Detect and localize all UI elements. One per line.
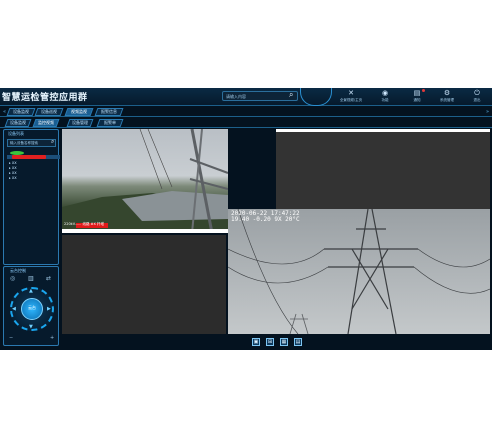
tab-secondary-3[interactable]: 设备管理 (66, 119, 94, 127)
header-button-function[interactable]: ◉ 功能 (368, 89, 402, 105)
video-pane-3[interactable] (62, 235, 226, 334)
tab-primary-3-label: 视频监视 (71, 109, 87, 114)
ptz-panel-title: 云台控制 (10, 268, 26, 273)
tree-item[interactable]: ▸ XX (9, 161, 17, 165)
globe-icon: ◉ (381, 89, 389, 97)
tab-primary-4[interactable]: 报警信息 (94, 108, 124, 116)
header-button-function-label: 功能 (381, 98, 389, 102)
header-button-logout-label: 退出 (473, 98, 481, 102)
app-title: 智慧运检管控应用群 (2, 93, 88, 103)
zoom-in-icon[interactable]: + (50, 335, 54, 341)
layout-single-icon[interactable]: ▣ (252, 338, 260, 346)
ptz-tool-focus-icon[interactable]: ◎ (10, 275, 15, 282)
power-icon: ⏻ (474, 89, 480, 97)
header-button-home[interactable]: ✕ 全景视频/主页 (334, 89, 368, 105)
ptz-control-panel: 云台控制 ◎ ▥ ⇄ 云台 ▲ ▼ ◀ ▶ − + (3, 266, 59, 346)
tree-selected-redaction (12, 155, 46, 159)
search-icon[interactable]: ⌕ (289, 90, 299, 101)
ptz-tool-grid-icon[interactable]: ▥ (28, 275, 34, 282)
header-button-notify[interactable]: ▤ 通知 (400, 89, 434, 105)
tab-secondary-3-label: 设备管理 (72, 120, 88, 125)
message-icon: ▤ (413, 89, 421, 97)
tab-secondary-4[interactable]: 报警单 (96, 119, 124, 127)
tab-row-left-arrow-icon[interactable]: « (3, 109, 6, 115)
tree-item[interactable]: ▸ XX (9, 171, 17, 175)
tab-primary-1[interactable]: 设备监视 (6, 108, 36, 116)
pane-1-osd-text: 220kV...... 线路 #X 杆塔 (64, 222, 104, 226)
video-pane-2[interactable] (276, 129, 490, 209)
pane-4-osd-coordinates: 19.40 -0.20 9X 20°C (231, 216, 300, 223)
search-input[interactable]: 请输入内容 (222, 91, 298, 101)
settings-icon: ⚙ (443, 89, 451, 97)
tab-secondary-4-label: 报警单 (104, 120, 116, 125)
close-x-icon: ✕ (348, 89, 354, 97)
tab-secondary-2[interactable]: 监控视频 (32, 119, 60, 127)
tab-row-right-arrow-icon[interactable]: » (486, 109, 489, 115)
layout-quad-icon[interactable]: ⊞ (266, 338, 274, 346)
ptz-down-arrow-icon[interactable]: ▼ (29, 324, 33, 330)
header-button-home-label: 全景视频/主页 (339, 98, 363, 102)
tab-primary-3[interactable]: 视频监视 (64, 108, 94, 116)
video-grid: 220kV...... 线路 #X 杆塔 2020-06-22 17:47:22… (62, 129, 490, 334)
tab-row-secondary: 设备监视 监控视频 设备管理 报警单 (0, 118, 492, 128)
pane-4-scene (228, 209, 490, 334)
tab-primary-4-label: 报警信息 (101, 109, 117, 114)
pane-1-scene (62, 129, 228, 233)
ptz-left-arrow-icon[interactable]: ◀ (12, 306, 16, 312)
ptz-tool-swap-icon[interactable]: ⇄ (46, 275, 51, 282)
video-pane-4[interactable]: 2020-06-22 17:47:22 19.40 -0.20 9X 20°C (228, 209, 490, 334)
zoom-out-icon[interactable]: − (9, 335, 13, 341)
notification-dot (422, 89, 425, 92)
device-tree-panel: 设备列表 输入设备名称搜索 ⌕ ▸ XX ▸ XX ▸ XX ▸ XX (3, 129, 60, 265)
layout-nine-icon[interactable]: ▦ (280, 338, 288, 346)
search-icon[interactable]: ⌕ (51, 138, 54, 146)
app-window: 智慧运检管控应用群 请输入内容 ⌕ ✕ 全景视频/主页 ◉ 功能 ▤ 通知 ⚙ … (0, 88, 492, 350)
pane-2-status-bar (276, 129, 490, 132)
tree-item[interactable]: ▸ XX (9, 176, 17, 180)
tab-row-primary: « 设备监视 设备巡视 视频监视 报警信息 » (0, 107, 492, 117)
ptz-right-arrow-icon[interactable]: ▶ (47, 306, 51, 312)
tab-primary-1-label: 设备监视 (13, 109, 29, 114)
layout-toolbar: ▣ ⊞ ▦ ▤ (62, 335, 490, 348)
header-button-settings-label: 系统管理 (440, 98, 454, 102)
header-button-logout[interactable]: ⏻ 退出 (460, 89, 492, 105)
layout-list-icon[interactable]: ▤ (294, 338, 302, 346)
tab-primary-2-label: 设备巡视 (41, 109, 57, 114)
device-panel-title: 设备列表 (8, 131, 24, 136)
header-button-settings[interactable]: ⚙ 系统管理 (430, 89, 464, 105)
tab-secondary-2-label: 监控视频 (38, 120, 54, 125)
pane-1-status-bar (62, 229, 228, 233)
tab-primary-2[interactable]: 设备巡视 (34, 108, 64, 116)
ptz-center-label: 云台 (28, 305, 36, 310)
header-decoration (300, 88, 332, 106)
tab-secondary-1-label: 设备监视 (10, 120, 26, 125)
device-search-input[interactable]: 输入设备名称搜索 (7, 139, 56, 147)
tree-item[interactable]: ▸ XX (9, 166, 17, 170)
video-pane-1[interactable]: 220kV...... 线路 #X 杆塔 (62, 129, 228, 233)
header-button-notify-label: 通知 (413, 98, 421, 102)
header-bar: 智慧运检管控应用群 请输入内容 ⌕ ✕ 全景视频/主页 ◉ 功能 ▤ 通知 ⚙ … (0, 88, 492, 106)
tab-secondary-1[interactable]: 设备监视 (4, 119, 32, 127)
ptz-up-arrow-icon[interactable]: ▲ (29, 288, 33, 294)
